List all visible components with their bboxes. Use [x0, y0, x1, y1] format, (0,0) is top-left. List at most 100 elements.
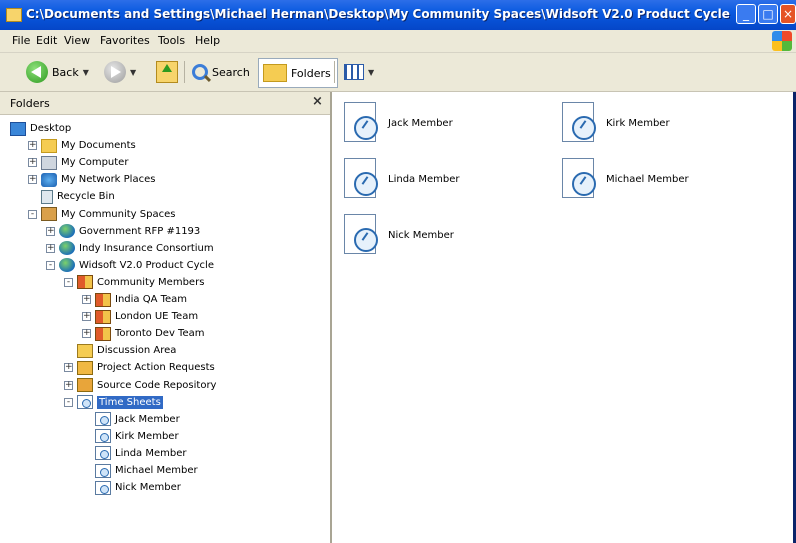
expand-icon[interactable]: +	[46, 243, 55, 253]
menu-help[interactable]: Help	[195, 34, 220, 47]
tree-item-label: My Network Places	[61, 174, 156, 186]
tree-item[interactable]: + Indy Insurance Consortium	[46, 240, 214, 257]
tree-item-label: Michael Member	[115, 465, 198, 476]
toolbar: Back ▼ ▼ Search Folders ▼	[0, 53, 796, 92]
forward-dropdown-icon[interactable]: ▼	[130, 68, 136, 77]
team-icon	[95, 309, 111, 324]
timesheet-icon	[340, 214, 378, 256]
views-button[interactable]: ▼	[344, 59, 374, 85]
tree-item[interactable]: + My Documents	[28, 137, 136, 154]
expand-icon[interactable]: +	[64, 363, 73, 373]
folders-icon	[263, 64, 287, 82]
menu-file[interactable]: File	[12, 34, 30, 47]
tree-item[interactable]: + London UE Team	[82, 308, 198, 325]
timesheet-icon	[558, 158, 596, 200]
timesheet-icon	[95, 480, 111, 495]
maximize-button[interactable]: □	[758, 4, 778, 24]
back-button[interactable]: Back ▼	[26, 59, 89, 85]
tree-item[interactable]: + Source Code Repository	[64, 377, 216, 394]
tree-item[interactable]: + India QA Team	[82, 291, 187, 308]
search-button[interactable]: Search	[192, 59, 250, 85]
globe-icon	[59, 241, 75, 256]
minimize-button[interactable]: _	[736, 4, 756, 24]
back-label: Back	[52, 65, 79, 79]
expand-icon[interactable]: +	[46, 226, 55, 236]
members-icon	[77, 275, 93, 290]
content-item[interactable]: Linda Member	[340, 158, 459, 200]
tree-item[interactable]: Kirk Member	[82, 428, 179, 445]
collapse-icon[interactable]: -	[46, 260, 55, 270]
up-folder-button[interactable]	[156, 59, 178, 85]
tree-item[interactable]: + My Computer	[28, 154, 128, 171]
expand-icon[interactable]: +	[28, 158, 37, 168]
tree-item[interactable]: - Community Members	[64, 274, 204, 291]
menu-tools[interactable]: Tools	[158, 34, 185, 47]
project-requests-icon	[77, 360, 93, 375]
tree-item[interactable]: + Toronto Dev Team	[82, 325, 204, 342]
content-item-label: Michael Member	[606, 173, 689, 185]
search-icon	[192, 64, 208, 80]
views-dropdown-icon[interactable]: ▼	[368, 68, 374, 77]
toolbar-separator	[334, 61, 335, 83]
globe-icon	[59, 258, 75, 273]
expand-icon[interactable]: +	[28, 175, 37, 185]
tree-item-label: Project Action Requests	[97, 362, 215, 374]
timesheet-icon	[95, 429, 111, 444]
tree-item-label: Government RFP #1193	[79, 225, 201, 237]
back-dropdown-icon[interactable]: ▼	[83, 68, 89, 77]
title-bar[interactable]: C:\Documents and Settings\Michael Herman…	[0, 0, 796, 30]
tree-item-label: London UE Team	[115, 311, 199, 323]
expand-icon[interactable]: +	[82, 295, 91, 304]
tree-item[interactable]: Desktop	[10, 120, 71, 137]
content-item-label: Kirk Member	[606, 117, 670, 129]
menu-edit[interactable]: Edit	[36, 34, 57, 47]
tree-item-label: Linda Member	[115, 447, 187, 459]
content-item[interactable]: Jack Member	[340, 102, 453, 144]
forward-arrow-icon	[104, 61, 126, 83]
folders-pane-close-icon[interactable]: ×	[312, 94, 323, 109]
discussion-icon	[77, 343, 93, 358]
folders-pane-header: Folders ×	[0, 92, 330, 115]
tree-item[interactable]: + Project Action Requests	[64, 359, 215, 376]
tree-item[interactable]: Jack Member	[82, 411, 180, 428]
expand-icon[interactable]: +	[82, 329, 91, 339]
folders-button[interactable]: Folders	[258, 58, 338, 88]
forward-button[interactable]: ▼	[104, 59, 136, 85]
close-button[interactable]: ×	[780, 4, 796, 24]
tree-item-label: Recycle Bin	[57, 191, 115, 203]
tree-item[interactable]: Nick Member	[82, 479, 181, 496]
tree-item[interactable]: - My Community Spaces	[28, 206, 175, 223]
collapse-icon[interactable]: -	[28, 209, 37, 219]
folders-label: Folders	[291, 66, 331, 80]
content-item[interactable]: Michael Member	[558, 158, 689, 200]
tree-item[interactable]: Discussion Area	[64, 342, 176, 359]
tree-item-label: Desktop	[30, 123, 72, 134]
content-item[interactable]: Kirk Member	[558, 102, 670, 144]
tree-item[interactable]: - Time Sheets	[64, 394, 163, 411]
team-icon	[95, 292, 111, 307]
content-item[interactable]: Nick Member	[340, 214, 454, 256]
collapse-icon[interactable]: -	[64, 277, 73, 287]
expand-icon[interactable]: +	[28, 141, 37, 151]
tree-item-label: Source Code Repository	[97, 379, 217, 391]
menu-favorites[interactable]: Favorites	[100, 34, 150, 47]
community-spaces-icon	[41, 207, 57, 221]
tree-item[interactable]: Michael Member	[82, 462, 198, 479]
collapse-icon[interactable]: -	[64, 397, 73, 407]
tree-item[interactable]: - Widsoft V2.0 Product Cycle	[46, 257, 214, 274]
expand-icon[interactable]: +	[82, 312, 91, 322]
tree-item[interactable]: Recycle Bin	[28, 188, 115, 205]
timesheet-icon	[77, 395, 93, 410]
views-icon	[344, 64, 364, 80]
tree-item[interactable]: + Government RFP #1193	[46, 223, 200, 240]
menu-view[interactable]: View	[64, 34, 90, 47]
search-label: Search	[212, 65, 250, 79]
tree-item[interactable]: Linda Member	[82, 445, 186, 462]
tree-item[interactable]: + My Network Places	[28, 171, 155, 188]
timesheet-icon	[95, 446, 111, 461]
expand-icon[interactable]: +	[64, 380, 73, 390]
